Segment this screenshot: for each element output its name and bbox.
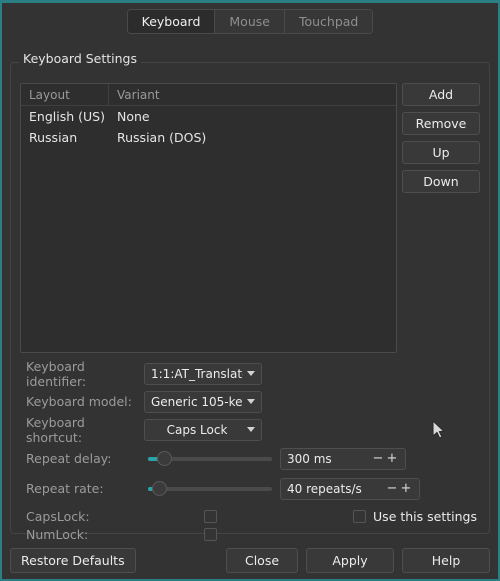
capslock-checkbox[interactable] bbox=[203, 509, 217, 523]
repeat-rate-increment-button[interactable]: + bbox=[399, 482, 413, 495]
content-area: Keyboard Settings Layout Variant English… bbox=[2, 40, 498, 542]
keyboard-identifier-label: Keyboard identifier: bbox=[26, 358, 87, 389]
tab-keyboard[interactable]: Keyboard bbox=[127, 10, 216, 33]
close-button[interactable]: Close bbox=[226, 548, 298, 573]
tab-group: Keyboard Mouse Touchpad bbox=[126, 9, 374, 34]
down-button[interactable]: Down bbox=[402, 170, 480, 193]
up-button-label: Up bbox=[432, 145, 450, 160]
help-button[interactable]: Help bbox=[402, 548, 490, 573]
keyboard-model-label: Keyboard model: bbox=[26, 394, 132, 409]
keyboard-settings-window: Keyboard Mouse Touchpad Keyboard Setting… bbox=[0, 0, 500, 581]
repeat-rate-spinbox[interactable]: 40 repeats/s − + bbox=[280, 477, 420, 500]
capslock-label: CapsLock: bbox=[26, 508, 90, 524]
layout-list[interactable]: Layout Variant English (US) None Russian… bbox=[20, 83, 397, 353]
table-row[interactable]: English (US) None bbox=[21, 106, 396, 127]
restore-defaults-button[interactable]: Restore Defaults bbox=[10, 548, 136, 573]
apply-button[interactable]: Apply bbox=[306, 548, 394, 573]
dialog-primary-buttons: Close Apply Help bbox=[226, 548, 490, 573]
tab-bar: Keyboard Mouse Touchpad bbox=[2, 3, 498, 40]
cell-variant: Russian (DOS) bbox=[117, 130, 207, 145]
cell-layout: Russian bbox=[29, 130, 78, 145]
keyboard-model-select[interactable]: Generic 105-key bbox=[144, 390, 262, 413]
close-button-label: Close bbox=[244, 553, 280, 568]
tab-touchpad[interactable]: Touchpad bbox=[284, 10, 373, 33]
remove-button-label: Remove bbox=[415, 116, 467, 131]
keyboard-shortcut-value: Caps Lock bbox=[166, 422, 228, 437]
repeat-delay-slider-handle[interactable] bbox=[156, 451, 172, 466]
row-repeat-rate: Repeat rate: 40 repeats/s − + bbox=[20, 474, 480, 503]
apply-button-label: Apply bbox=[332, 553, 368, 568]
repeat-rate-value: 40 repeats/s bbox=[287, 481, 362, 496]
repeat-delay-slider[interactable] bbox=[148, 448, 272, 470]
keyboard-settings-group: Keyboard Settings Layout Variant English… bbox=[10, 51, 490, 542]
use-this-settings-label: Use this settings bbox=[373, 509, 477, 524]
layout-list-header: Layout Variant bbox=[21, 84, 396, 106]
chevron-down-icon bbox=[247, 371, 255, 376]
keyboard-model-value: Generic 105-key bbox=[151, 394, 243, 409]
table-row[interactable]: Russian Russian (DOS) bbox=[21, 127, 396, 148]
group-title: Keyboard Settings bbox=[19, 51, 142, 66]
repeat-delay-decrement-button[interactable]: − bbox=[371, 452, 385, 465]
remove-button[interactable]: Remove bbox=[402, 112, 480, 135]
row-numlock: NumLock: bbox=[20, 525, 480, 543]
repeat-rate-slider[interactable] bbox=[148, 478, 272, 500]
tab-touchpad-label: Touchpad bbox=[298, 14, 359, 29]
layout-actions: Add Remove Up Down bbox=[402, 83, 480, 193]
repeat-rate-decrement-button[interactable]: − bbox=[385, 482, 399, 495]
numlock-checkbox[interactable] bbox=[203, 527, 217, 541]
repeat-rate-label: Repeat rate: bbox=[26, 481, 104, 496]
repeat-delay-label: Repeat delay: bbox=[26, 451, 112, 466]
restore-defaults-label: Restore Defaults bbox=[21, 553, 125, 568]
repeat-delay-value: 300 ms bbox=[287, 451, 332, 466]
chevron-down-icon bbox=[247, 427, 255, 432]
repeat-delay-increment-button[interactable]: + bbox=[385, 452, 399, 465]
use-this-settings-checkbox[interactable] bbox=[353, 510, 367, 523]
row-keyboard-identifier: Keyboard identifier: 1:1:AT_Translate bbox=[20, 358, 480, 389]
numlock-label: NumLock: bbox=[26, 526, 89, 542]
dialog-button-bar: Restore Defaults Close Apply Help bbox=[2, 542, 498, 579]
cell-layout: English (US) bbox=[29, 109, 105, 124]
tab-mouse-label: Mouse bbox=[229, 14, 270, 29]
column-header-layout[interactable]: Layout bbox=[21, 84, 109, 105]
keyboard-identifier-value: 1:1:AT_Translate bbox=[151, 366, 243, 381]
add-button[interactable]: Add bbox=[402, 83, 480, 106]
row-keyboard-model: Keyboard model: Generic 105-key bbox=[20, 388, 480, 415]
up-button[interactable]: Up bbox=[402, 141, 480, 164]
down-button-label: Down bbox=[423, 174, 459, 189]
row-repeat-delay: Repeat delay: 300 ms − + bbox=[20, 444, 480, 473]
tab-keyboard-label: Keyboard bbox=[141, 14, 201, 29]
chevron-down-icon bbox=[247, 399, 255, 404]
use-this-settings-row[interactable]: Use this settings bbox=[353, 509, 477, 524]
repeat-delay-spinbox[interactable]: 300 ms − + bbox=[280, 447, 406, 470]
row-keyboard-shortcut: Keyboard shortcut: Caps Lock bbox=[20, 414, 480, 445]
help-button-label: Help bbox=[431, 553, 461, 568]
keyboard-shortcut-select[interactable]: Caps Lock bbox=[144, 418, 262, 441]
repeat-rate-slider-handle[interactable] bbox=[151, 481, 167, 496]
add-button-label: Add bbox=[428, 87, 454, 102]
cell-variant: None bbox=[117, 109, 150, 124]
column-header-variant[interactable]: Variant bbox=[109, 84, 396, 105]
tab-mouse[interactable]: Mouse bbox=[215, 10, 285, 33]
keyboard-shortcut-label: Keyboard shortcut: bbox=[26, 414, 85, 445]
keyboard-identifier-select[interactable]: 1:1:AT_Translate bbox=[144, 362, 262, 385]
